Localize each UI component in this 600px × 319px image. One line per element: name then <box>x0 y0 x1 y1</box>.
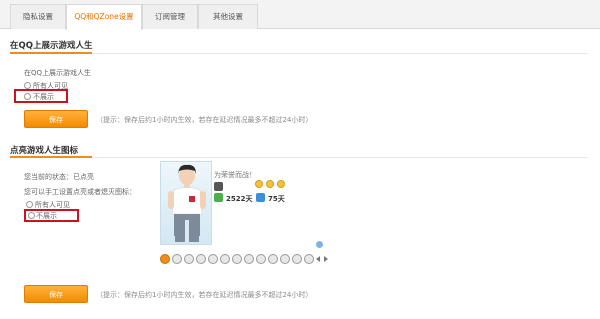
game-icon[interactable] <box>268 254 278 264</box>
tab-qq-qzone-settings[interactable]: QQ和QZone设置 <box>66 4 142 30</box>
section-divider <box>10 157 588 158</box>
avatar <box>160 161 212 245</box>
game-icon[interactable] <box>208 254 218 264</box>
profile-greeting: 为荣誉而战！ <box>214 171 256 179</box>
tab-other-settings[interactable]: 其他设置 <box>198 4 258 29</box>
qq-display-all-visible-radio[interactable] <box>24 82 31 89</box>
rank-icon <box>214 182 223 191</box>
icon-all-visible-radio[interactable] <box>26 201 33 208</box>
qq-display-hidden-label: 不展示 <box>33 93 54 101</box>
game-icon[interactable] <box>256 254 266 264</box>
game-icon[interactable] <box>220 254 230 264</box>
smiley-icon <box>277 180 285 188</box>
game-icon[interactable] <box>172 254 182 264</box>
game-icon[interactable] <box>280 254 290 264</box>
game-icon[interactable] <box>196 254 206 264</box>
tab-privacy-settings[interactable]: 隐私设置 <box>10 4 66 29</box>
tab-subscription-management[interactable]: 订阅管理 <box>142 4 198 29</box>
section-accent-line <box>10 156 92 158</box>
qq-display-label: 在QQ上展示游戏人生 <box>24 69 92 77</box>
smiley-icon <box>266 180 274 188</box>
save-button[interactable]: 保存 <box>24 110 88 128</box>
save-button[interactable]: 保存 <box>24 285 88 303</box>
manual-setting-label: 您可以手工设置点亮或者熄灭图标： <box>24 188 136 196</box>
active-days-icon <box>256 193 265 202</box>
smiley-icon <box>255 180 263 188</box>
save-hint: （提示：保存后约1小时内生效，若存在延迟情况最多不超过24小时） <box>96 291 313 299</box>
section-accent-line <box>10 52 92 54</box>
active-days-value: 75天 <box>268 195 285 203</box>
wifi-icon <box>316 241 323 248</box>
qq-display-hidden-radio[interactable] <box>24 93 31 100</box>
icon-status-text: 您当前的状态：已点亮 <box>24 173 94 181</box>
game-icon[interactable] <box>244 254 254 264</box>
section-title-qq-display: 在QQ上展示游戏人生 <box>10 41 93 51</box>
icon-hidden-radio[interactable] <box>28 212 35 219</box>
icon-hidden-label: 不展示 <box>36 212 57 220</box>
game-icon[interactable] <box>304 254 314 264</box>
game-icon[interactable] <box>292 254 302 264</box>
tab-bar: 隐私设置 QQ和QZone设置 订阅管理 其他设置 <box>0 0 600 30</box>
scroll-arrows-icon[interactable] <box>316 255 328 263</box>
avatar-figure <box>168 164 206 242</box>
section-divider <box>10 53 588 54</box>
online-days-value: 2522天 <box>226 195 253 203</box>
save-hint: （提示：保存后约1小时内生效，若存在延迟情况最多不超过24小时） <box>96 116 313 124</box>
online-days-icon <box>214 193 223 202</box>
section-title-light-icon: 点亮游戏人生图标 <box>10 146 79 156</box>
game-icon[interactable] <box>160 254 170 264</box>
game-icon[interactable] <box>184 254 194 264</box>
game-icon[interactable] <box>232 254 242 264</box>
